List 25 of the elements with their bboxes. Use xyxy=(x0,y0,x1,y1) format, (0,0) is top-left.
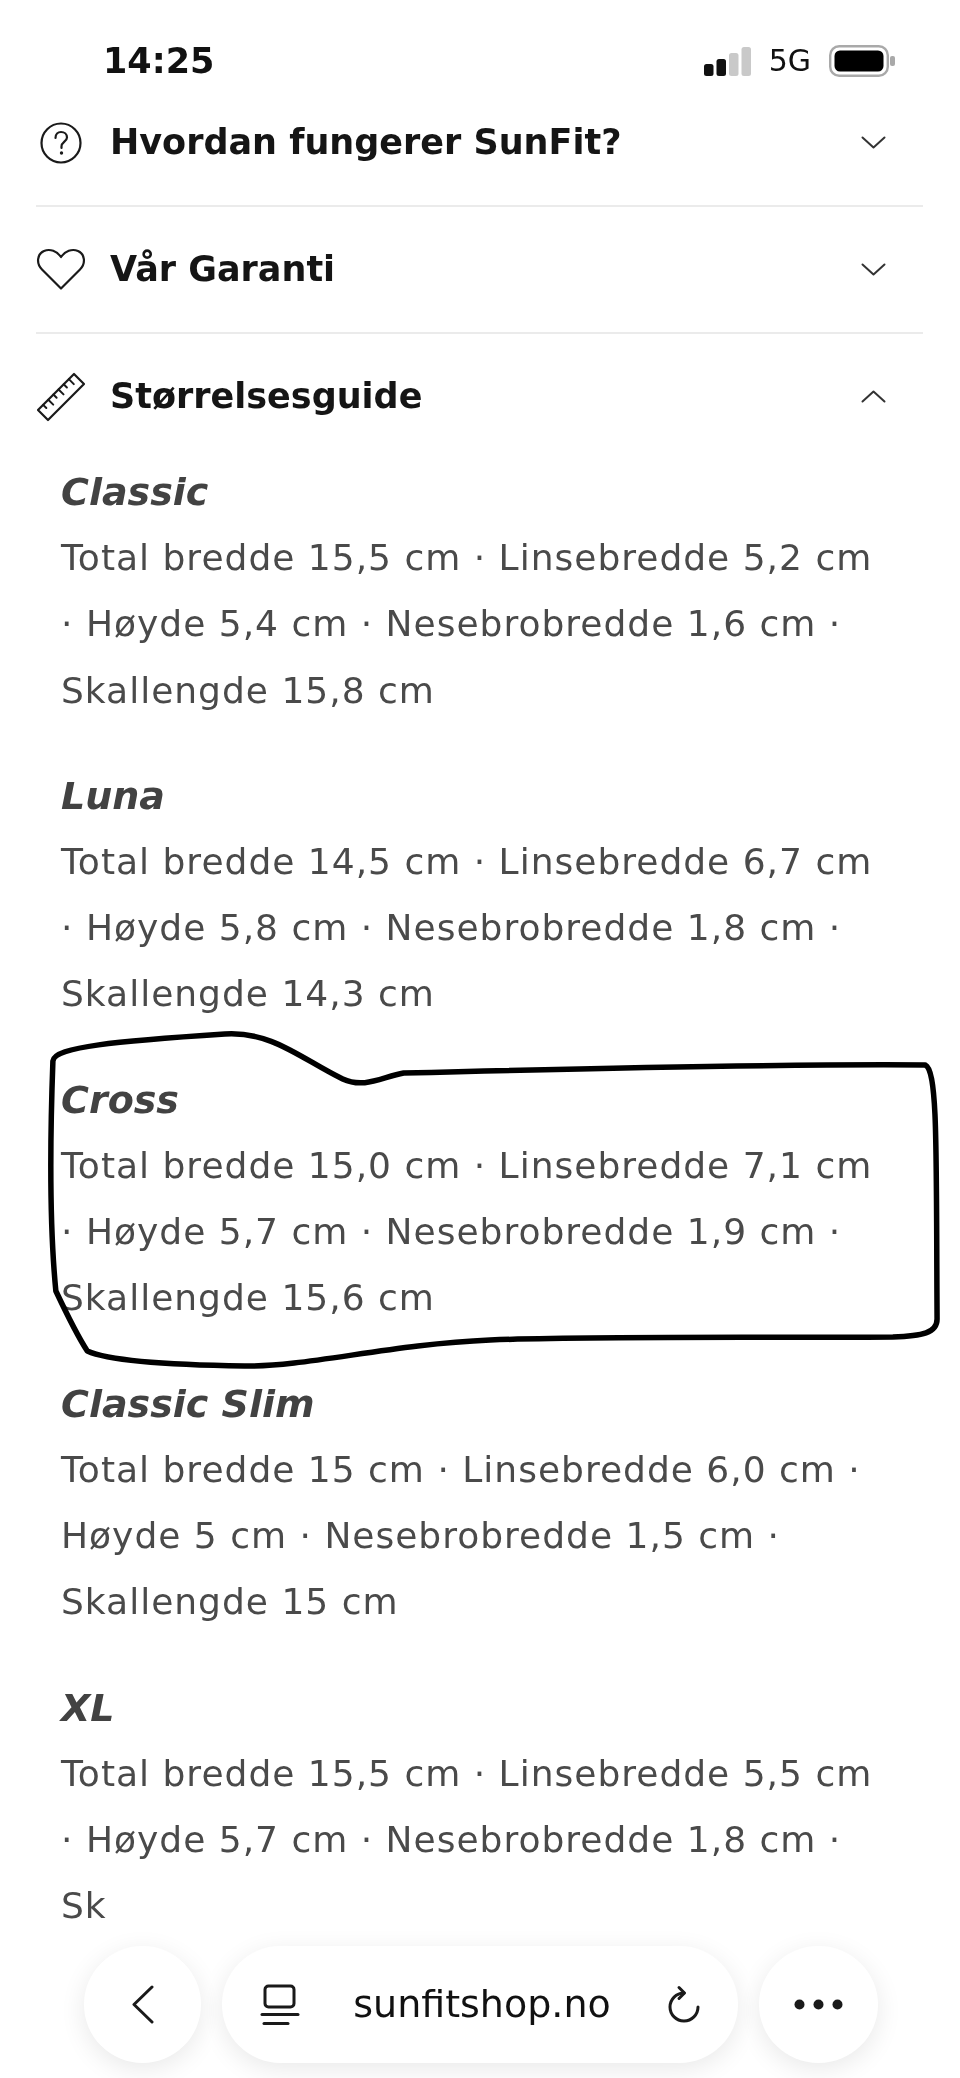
more-icon xyxy=(794,1999,843,2010)
size-specs: Total bredde 15 cm · Linsebredde 6,0 cm · Høyde 5 cm · Nesebrobredde 1,5 cm · Skallengde 15 cm xyxy=(61,1447,862,1625)
network-label: 5G xyxy=(768,42,811,80)
model-name: Classic Slim xyxy=(61,1380,316,1428)
address-bar[interactable]: sunfitshop.no xyxy=(222,1946,738,2063)
battery-icon xyxy=(829,45,895,77)
model-name: Cross xyxy=(61,1076,180,1124)
accordion-header[interactable]: Størrelsesguide xyxy=(36,334,923,459)
accordion-header[interactable]: Hvordan fungerer SunFit? xyxy=(36,80,923,205)
url-text: sunfitshop.no xyxy=(353,1981,611,2028)
heart-icon xyxy=(36,248,86,291)
model-name: Classic xyxy=(61,469,210,516)
back-chevron-icon xyxy=(130,1985,155,2024)
model-name: XL xyxy=(61,1684,116,1732)
ruler-icon xyxy=(36,371,86,422)
clock-time: 14:25 xyxy=(103,42,215,80)
accordion-header[interactable]: Vår Garanti xyxy=(36,207,923,332)
size-specs: Total bredde 15,0 cm · Linsebredde 7,1 cm · Høyde 5,7 cm · Nesebrobredde 1,9 cm · Skallengde 15,6 cm xyxy=(61,1143,874,1321)
reader-icon[interactable] xyxy=(260,1983,300,2026)
model-name: Luna xyxy=(61,772,166,820)
help-icon xyxy=(40,121,82,164)
size-specs: Total bredde 14,5 cm · Linsebredde 6,7 cm · Høyde 5,8 cm · Nesebrobredde 1,8 cm · Skallengde 14,3 cm xyxy=(61,839,874,1017)
size-specs: Total bredde 15,5 cm · Linsebredde 5,2 cm · Høyde 5,4 cm · Nesebrobredde 1,6 cm · Skallengde 15,8 cm xyxy=(61,536,874,713)
size-specs: Total bredde 15,5 cm · Linsebredde 5,5 cm · Høyde 5,7 cm · Nesebrobredde 1,8 cm · Sk xyxy=(61,1751,874,1929)
signal-icon xyxy=(703,46,751,76)
